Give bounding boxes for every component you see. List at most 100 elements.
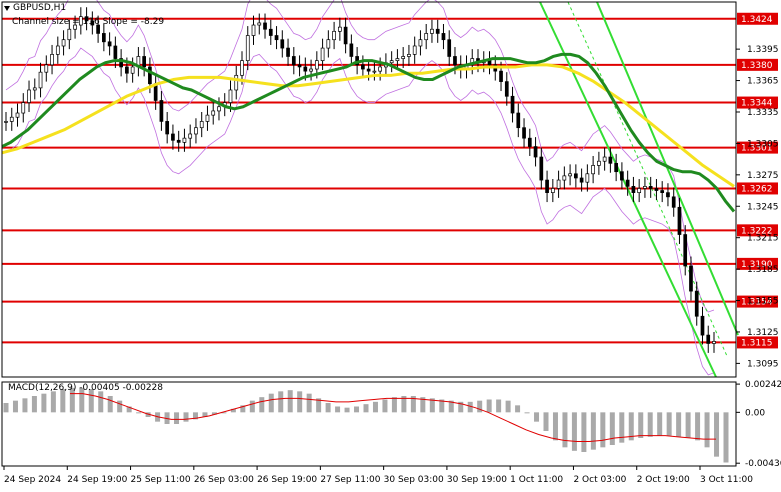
- candle-body: [228, 89, 233, 103]
- candle-body: [706, 334, 711, 344]
- candle-body: [303, 66, 308, 72]
- macd-histogram-bar: [619, 412, 625, 443]
- macd-histogram-bar: [174, 412, 180, 424]
- candle-body: [620, 171, 624, 181]
- price-pane-border: [1, 1, 737, 378]
- candle-body: [44, 64, 49, 73]
- time-tick-label: 30 Sep 03:00: [384, 475, 444, 485]
- macd-histogram-bar: [609, 412, 615, 445]
- candle-body: [447, 39, 452, 57]
- macd-histogram-bar: [31, 396, 37, 413]
- candle-body: [38, 71, 43, 89]
- candle-body: [683, 234, 688, 267]
- macd-histogram-bar: [581, 412, 587, 452]
- dropdown-triangle-icon[interactable]: [4, 5, 10, 11]
- macd-histogram-bar: [22, 398, 28, 413]
- time-tick-label: 24 Sep 2024: [4, 475, 61, 485]
- macd-histogram-bar: [382, 399, 388, 413]
- candle-body: [671, 196, 676, 208]
- candle-body: [320, 47, 325, 62]
- candle-body: [4, 121, 8, 123]
- candle-body: [648, 186, 653, 189]
- time-tick-label: 30 Sep 19:00: [447, 475, 507, 485]
- candle-body: [562, 175, 567, 181]
- macd-histogram-bar: [647, 412, 653, 437]
- macd-histogram-bar: [571, 412, 577, 451]
- candle-body: [251, 24, 256, 36]
- candle-body: [268, 28, 273, 36]
- candle-body: [21, 102, 26, 114]
- candle-body: [366, 68, 371, 72]
- candle-body: [545, 179, 549, 193]
- candle-body: [332, 30, 336, 41]
- macd-histogram-bar: [50, 391, 56, 413]
- candle-body: [435, 28, 440, 34]
- candle-body: [338, 26, 342, 32]
- macd-histogram-bar: [486, 399, 492, 413]
- macd-tick-label: 0.00242: [745, 380, 781, 390]
- candle-body: [424, 33, 429, 41]
- macd-histogram-bar: [344, 407, 350, 413]
- candle-body: [211, 110, 216, 116]
- candle-body: [194, 127, 198, 135]
- candle-body: [165, 121, 170, 135]
- macd-pane-border: [1, 381, 737, 467]
- macd-histogram-bar: [363, 404, 369, 413]
- candle-body: [378, 66, 382, 72]
- candle-body: [694, 290, 699, 317]
- candle-body: [556, 179, 561, 189]
- candle-body: [550, 188, 555, 193]
- time-tick-label: 27 Sep 11:00: [320, 475, 380, 485]
- candle-body: [217, 106, 221, 112]
- candle-body: [441, 33, 446, 41]
- time-tick-label: 26 Sep 03:00: [194, 475, 254, 485]
- macd-histogram-bar: [287, 390, 293, 413]
- candle-body: [55, 45, 60, 55]
- candle-body: [171, 133, 175, 141]
- price-chart[interactable]: 1.34241.33801.33441.33011.32621.32221.31…: [0, 0, 781, 489]
- chart-window: 1.3424 1.3380 1.3344 1.3301 1.3262 1.3222 1.31…: [0, 0, 781, 489]
- time-tick-label: 2 Oct 19:00: [637, 475, 690, 485]
- macd-histogram-bar: [676, 412, 682, 437]
- candle-body: [499, 70, 503, 82]
- candle-body: [504, 81, 509, 97]
- envelope-upper-line: [5, 0, 715, 313]
- macd-histogram-bar: [107, 396, 113, 413]
- candle-body: [326, 39, 331, 49]
- symbol-title: GBPUSD,H1: [4, 3, 66, 13]
- candle-body: [568, 173, 572, 177]
- candle-body: [585, 173, 590, 183]
- candle-body: [608, 156, 613, 164]
- macd-histogram-bar: [335, 406, 341, 413]
- candle-body: [274, 35, 279, 41]
- candle-body: [349, 43, 354, 57]
- macd-histogram-bar: [268, 393, 274, 413]
- candle-body: [689, 265, 693, 292]
- candle-body: [343, 26, 348, 45]
- candle-body: [182, 137, 187, 143]
- macd-histogram-bar: [638, 412, 644, 438]
- time-tick-label: 26 Sep 19:00: [257, 475, 317, 485]
- candle-body: [533, 146, 538, 158]
- macd-histogram-bar: [3, 403, 9, 413]
- candle-body: [257, 22, 262, 26]
- macd-histogram-bar: [590, 412, 596, 450]
- candle-body: [61, 39, 66, 47]
- candle-body: [574, 173, 578, 179]
- price-tick-label: 1.3395: [747, 45, 779, 55]
- price-tick-label: 1.3275: [747, 171, 779, 181]
- macd-histogram-bar: [657, 412, 663, 436]
- candle-body: [280, 39, 285, 49]
- price-tick-label: 1.3335: [747, 108, 779, 118]
- candle-body: [631, 186, 636, 193]
- candle-body: [314, 60, 319, 70]
- candle-body: [666, 192, 670, 198]
- envelope-lower-line: [5, 47, 715, 376]
- macd-histogram-bar: [524, 412, 530, 414]
- candle-body: [372, 70, 377, 73]
- macd-histogram-bar: [695, 412, 701, 441]
- macd-histogram-bar: [515, 405, 521, 413]
- candle-body: [389, 60, 394, 64]
- candle-body: [15, 112, 20, 118]
- candle-body: [643, 186, 647, 189]
